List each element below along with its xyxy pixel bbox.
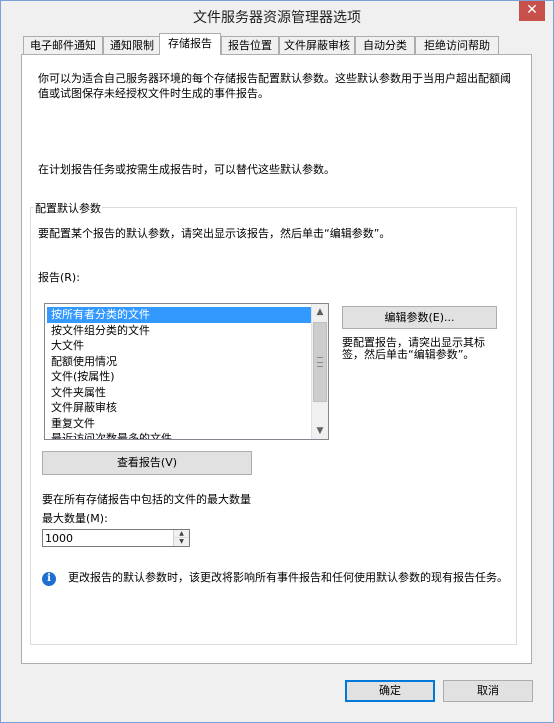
override-note: 在计划报告任务或按需生成报告时，可以替代这些默认参数。: [38, 163, 335, 176]
storage-reports-panel: 你可以为适合自己服务器环境的每个存储报告配置默认参数。这些默认参数用于当用户超出…: [21, 54, 532, 664]
grip-icon: [317, 357, 323, 367]
tab-access-denied-assistance[interactable]: 拒绝访问帮助: [415, 36, 499, 54]
list-item[interactable]: 最近访问次数最多的文件: [47, 431, 311, 439]
tab-report-locations[interactable]: 报告位置: [221, 36, 279, 54]
list-item[interactable]: 按所有者分类的文件: [47, 307, 311, 323]
scroll-down-icon[interactable]: ▼: [312, 423, 328, 439]
info-text: 更改报告的默认参数时，该更改将影响所有事件报告和任何使用默认参数的现有报告任务。: [68, 571, 508, 584]
list-item[interactable]: 大文件: [47, 338, 311, 354]
stepper-buttons: ▲ ▼: [173, 530, 189, 546]
edit-hint-text: 要配置报告，请突出显示其标签，然后单击“编辑参数”。: [342, 336, 485, 361]
group-description: 要配置某个报告的默认参数，请突出显示该报告，然后单击“编辑参数”。: [38, 227, 391, 240]
list-item[interactable]: 文件屏蔽审核: [47, 400, 311, 416]
list-scrollbar[interactable]: ▲ ▼: [311, 304, 328, 439]
tab-notification-limits[interactable]: 通知限制: [103, 36, 161, 54]
reports-label: 报告(R):: [38, 271, 80, 284]
list-item[interactable]: 文件(按属性): [47, 369, 311, 385]
max-files-stepper[interactable]: ▲ ▼: [42, 529, 190, 547]
window-title: 文件服务器资源管理器选项: [193, 10, 361, 26]
close-button[interactable]: ✕: [519, 1, 545, 21]
ok-button[interactable]: 确定: [345, 680, 435, 702]
scroll-thumb[interactable]: [313, 322, 327, 402]
tab-auto-classification[interactable]: 自动分类: [355, 36, 415, 54]
max-files-label: 最大数量(M):: [42, 512, 108, 525]
list-item[interactable]: 重复文件: [47, 416, 311, 432]
group-title: 配置默认参数: [34, 200, 102, 216]
tab-strip: 电子邮件通知 通知限制 存储报告 报告位置 文件屏蔽审核 自动分类 拒绝访问帮助: [23, 33, 543, 55]
list-item[interactable]: 文件夹属性: [47, 385, 311, 401]
title-bar: 文件服务器资源管理器选项 ✕: [1, 1, 553, 32]
scroll-up-icon[interactable]: ▲: [312, 304, 328, 320]
tab-email-notifications[interactable]: 电子邮件通知: [23, 36, 103, 54]
reports-listbox[interactable]: 按所有者分类的文件 按文件组分类的文件 大文件 配额使用情况 文件(按属性) 文…: [44, 303, 329, 440]
list-item[interactable]: 配额使用情况: [47, 354, 311, 370]
tab-file-screen-audit[interactable]: 文件屏蔽审核: [279, 36, 355, 54]
close-icon: ✕: [526, 2, 538, 18]
cancel-button[interactable]: 取消: [443, 680, 533, 702]
stepper-up-icon[interactable]: ▲: [174, 530, 189, 538]
list-item[interactable]: 按文件组分类的文件: [47, 323, 311, 339]
view-report-button[interactable]: 查看报告(V): [42, 451, 252, 475]
stepper-down-icon[interactable]: ▼: [174, 538, 189, 546]
max-files-input[interactable]: [43, 530, 173, 546]
reports-list: 按所有者分类的文件 按文件组分类的文件 大文件 配额使用情况 文件(按属性) 文…: [47, 307, 311, 439]
max-files-description: 要在所有存储报告中包括的文件的最大数量: [42, 493, 251, 506]
info-icon: i: [42, 572, 56, 586]
tab-storage-reports[interactable]: 存储报告: [159, 33, 221, 55]
intro-text: 你可以为适合自己服务器环境的每个存储报告配置默认参数。这些默认参数用于当用户超出…: [38, 72, 511, 100]
edit-parameters-button[interactable]: 编辑参数(E)...: [342, 306, 497, 329]
options-dialog: 文件服务器资源管理器选项 ✕ 电子邮件通知 通知限制 存储报告 报告位置 文件屏…: [0, 0, 554, 723]
